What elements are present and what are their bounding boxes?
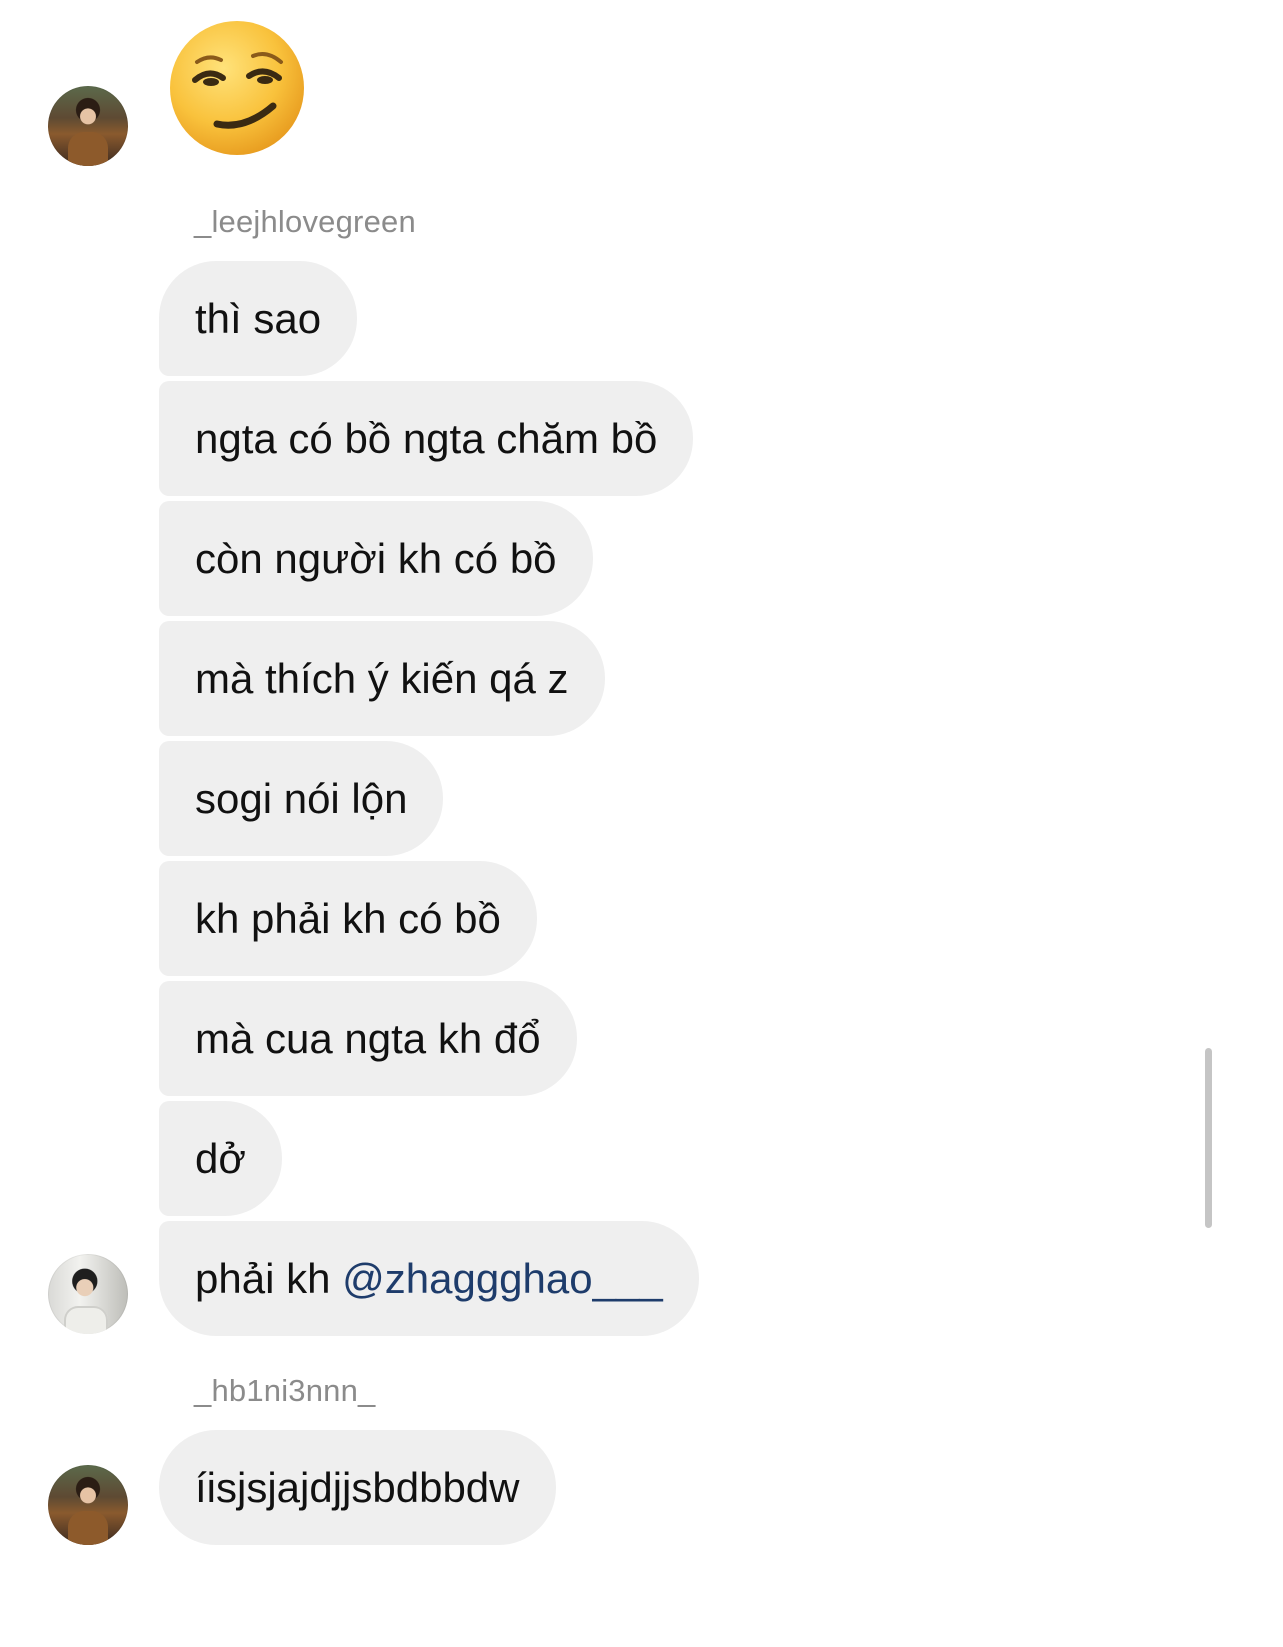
message-text: ngta có bồ ngta chăm bồ [195,414,658,462]
mention-link[interactable]: @zhaggghao___ [342,1255,663,1302]
message-text: mà thích ý kiến qá z [195,654,569,702]
message-bubble[interactable]: dở [159,1101,282,1216]
avatar[interactable] [48,86,128,166]
message-text: còn người kh có bồ [195,534,557,582]
avatar[interactable] [48,1254,128,1334]
message-text: mà cua ngta kh đổ [195,1014,541,1062]
message-bubble[interactable]: sogi nói lộn [159,741,444,856]
message-text-part: phải kh [195,1254,343,1302]
message-text: thì sao [195,294,322,342]
message-bubble[interactable]: ngta có bồ ngta chăm bồ [159,381,694,496]
username-label[interactable]: _hb1ni3nnn_ [194,1373,376,1409]
message-bubble[interactable]: mà thích ý kiến qá z [159,621,605,736]
username-label[interactable]: _leejhlovegreen [194,204,416,240]
message-bubble[interactable]: mà cua ngta kh đổ [159,981,577,1096]
message-bubble[interactable]: íisjsjajdjjsbdbbdw [159,1430,556,1545]
message-bubble[interactable]: thì sao [159,261,358,376]
message-text: dở [195,1134,246,1182]
scrollbar[interactable] [1205,1048,1212,1228]
avatar[interactable] [48,1465,128,1545]
message-bubble[interactable]: còn người kh có bồ [159,501,593,616]
message-text: sogi nói lộn [195,774,408,822]
message-text: íisjsjajdjjsbdbbdw [195,1463,520,1511]
smirking-face-icon [167,18,307,158]
message-bubble[interactable]: kh phải kh có bồ [159,861,537,976]
message-text: phải kh @zhaggghao___ [195,1255,663,1303]
message-bubble[interactable]: phải kh @zhaggghao___ [159,1221,699,1336]
message-text: kh phải kh có bồ [195,894,501,942]
